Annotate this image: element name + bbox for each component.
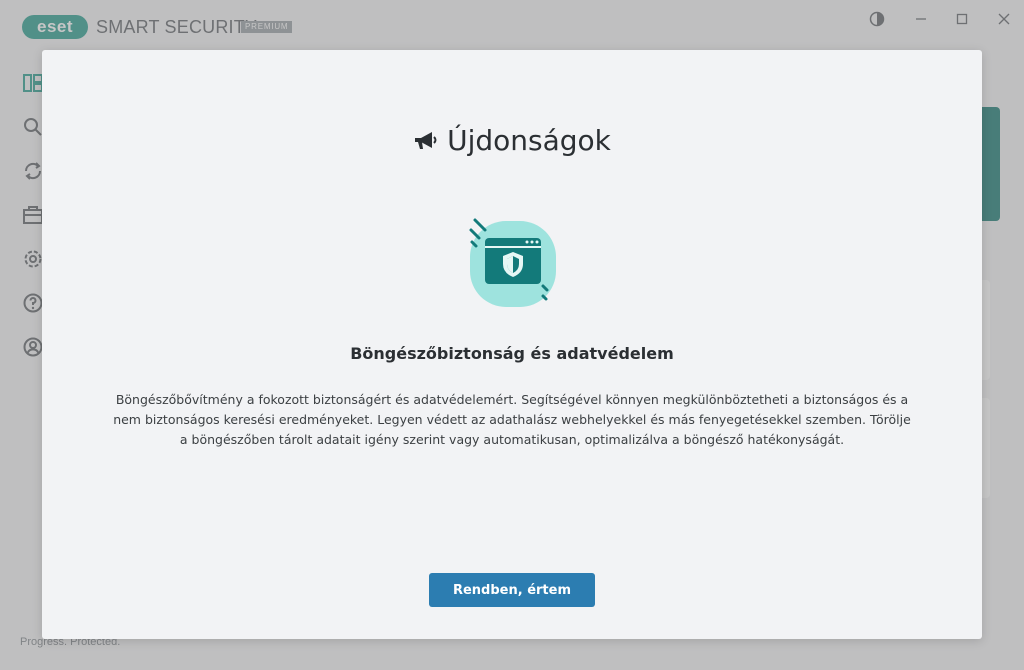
- feature-illustration: [467, 216, 559, 308]
- ok-got-it-button[interactable]: Rendben, értem: [429, 573, 595, 607]
- browser-shield-icon: [469, 218, 556, 307]
- dialog-header: Újdonságok: [42, 124, 982, 157]
- megaphone-icon: [415, 131, 437, 149]
- whats-new-dialog: Újdonságok Böngészőbiztonság és adatvéde…: [42, 50, 982, 639]
- feature-title: Böngészőbiztonság és adatvédelem: [350, 344, 674, 363]
- dialog-title: Újdonságok: [447, 124, 611, 157]
- feature-description: Böngészőbővítmény a fokozott biztonságér…: [113, 392, 911, 447]
